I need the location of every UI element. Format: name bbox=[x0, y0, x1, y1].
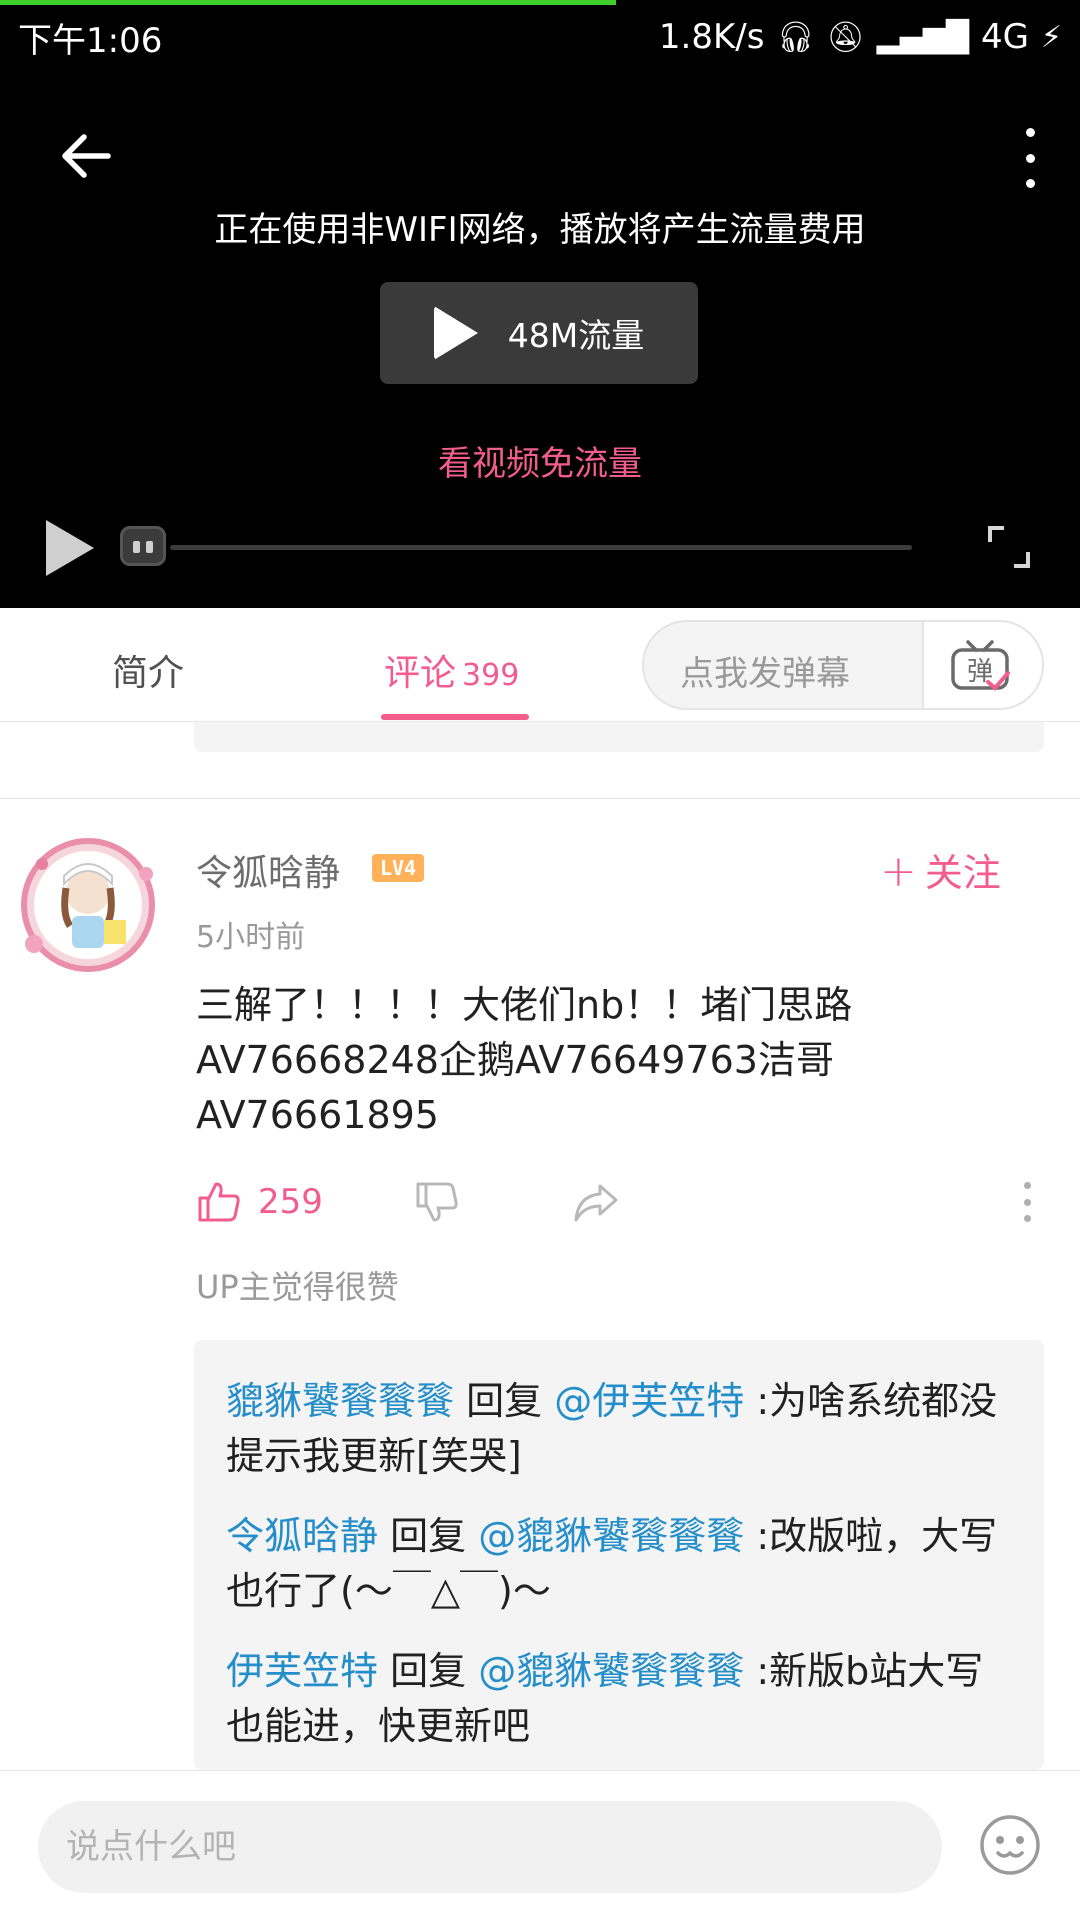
emoji-icon[interactable] bbox=[978, 1813, 1042, 1877]
danmaku-input-box[interactable]: 点我发弹幕 弹 bbox=[642, 620, 1044, 710]
reply-username[interactable]: 貔貅饕餮餮餮 bbox=[226, 1379, 454, 1423]
share-icon[interactable] bbox=[572, 1180, 620, 1224]
reply-list[interactable]: 貔貅饕餮餮餮 回复 @伊芙笠特 :为啥系统都没提示我更新[笑哭] 令狐晗静 回复… bbox=[194, 1340, 1044, 1770]
plus-icon: + bbox=[880, 846, 917, 897]
reply-verb: 回复 bbox=[390, 1649, 467, 1693]
follow-label: 关注 bbox=[924, 851, 1001, 895]
reply-item[interactable]: 令狐晗静 回复 @貔貅饕餮餮餮 :改版啦，大写也行了(～￣△￣)～ bbox=[226, 1509, 1014, 1619]
comment-time: 5小时前 bbox=[196, 920, 306, 955]
comment-input[interactable]: 说点什么吧 bbox=[38, 1801, 942, 1893]
tab-comments-label: 评论 bbox=[384, 653, 457, 694]
charging-icon: ⚡︎ bbox=[1040, 19, 1062, 55]
play-icon bbox=[433, 306, 478, 360]
control-play-icon[interactable] bbox=[46, 520, 94, 576]
tab-comments[interactable]: 评论 399 bbox=[384, 644, 519, 696]
avatar[interactable] bbox=[12, 834, 164, 976]
active-tab-indicator bbox=[381, 714, 529, 720]
play-with-data-label: 48M流量 bbox=[507, 316, 645, 355]
signal-icon: ▂▄▆█ bbox=[876, 19, 969, 55]
net-speed: 1.8K/s bbox=[658, 17, 765, 57]
status-time: 下午1:06 bbox=[18, 20, 163, 61]
tab-intro[interactable]: 简介 bbox=[112, 644, 184, 696]
comment-actions: 259 bbox=[196, 1176, 1036, 1232]
reply-verb: 回复 bbox=[390, 1514, 467, 1558]
like-count: 259 bbox=[258, 1182, 323, 1222]
send-danmaku-button[interactable]: 弹 bbox=[922, 622, 1042, 708]
up-liked-note: UP主觉得很赞 bbox=[196, 1268, 399, 1306]
reply-username[interactable]: 伊芙笠特 bbox=[226, 1649, 378, 1693]
reply-mention[interactable]: @伊芙笠特 bbox=[554, 1379, 744, 1423]
reply-item[interactable]: 貔貅饕餮餮餮 回复 @伊芙笠特 :为啥系统都没提示我更新[笑哭] bbox=[226, 1374, 1014, 1484]
page-load-progress bbox=[0, 0, 616, 5]
status-indicators: 1.8K/s 🎧︎ 🔕︎ ▂▄▆█ 4G ⚡︎ bbox=[659, 17, 1062, 57]
danmaku-tv-icon: 弹 bbox=[951, 640, 1010, 691]
comment-more-icon[interactable] bbox=[1022, 1182, 1032, 1222]
reply-verb: 回复 bbox=[466, 1379, 543, 1423]
fullscreen-icon[interactable] bbox=[986, 524, 1032, 570]
free-data-link[interactable]: 看视频免流量 bbox=[0, 436, 1080, 485]
comment-line: AV76668248企鹅AV76649763洁哥 bbox=[196, 1038, 834, 1082]
status-bar: 下午1:06 1.8K/s 🎧︎ 🔕︎ ▂▄▆█ 4G ⚡︎ bbox=[18, 16, 1062, 61]
video-progress-bar[interactable] bbox=[170, 545, 912, 550]
tab-bar: 简介 评论 399 点我发弹幕 弹 bbox=[0, 608, 1080, 722]
more-options-icon[interactable] bbox=[1020, 128, 1040, 188]
back-arrow-icon[interactable] bbox=[56, 126, 116, 186]
network-type: 4G bbox=[980, 17, 1029, 57]
comment-username[interactable]: 令狐晗静 bbox=[196, 844, 340, 896]
comment-line: AV76661895 bbox=[196, 1093, 439, 1137]
headset-icon: 🎧︎ bbox=[776, 19, 815, 55]
comment-count: 399 bbox=[462, 658, 520, 693]
play-with-data-button[interactable]: 48M流量 bbox=[380, 282, 698, 384]
video-player[interactable]: 下午1:06 1.8K/s 🎧︎ 🔕︎ ▂▄▆█ 4G ⚡︎ 正在使用非WIFI… bbox=[0, 0, 1080, 608]
comment-compose-bar: 说点什么吧 bbox=[0, 1770, 1080, 1920]
danmaku-input-placeholder[interactable]: 点我发弹幕 bbox=[680, 646, 850, 695]
reply-username[interactable]: 令狐晗静 bbox=[226, 1514, 378, 1558]
reply-mention[interactable]: @貔貅饕餮餮餮 bbox=[478, 1649, 744, 1693]
follow-button[interactable]: + 关注 bbox=[880, 842, 1001, 897]
dislike-icon[interactable] bbox=[414, 1180, 460, 1226]
like-icon[interactable] bbox=[196, 1178, 242, 1224]
mute-icon: 🔕︎ bbox=[826, 19, 865, 55]
comment-line: 三解了！！！！大佬们nb！！堵门思路 bbox=[196, 983, 853, 1027]
comment-divider bbox=[0, 798, 1080, 799]
reply-mention[interactable]: @貔貅饕餮餮餮 bbox=[478, 1514, 744, 1558]
reply-item[interactable]: 伊芙笠特 回复 @貔貅饕餮餮餮 :新版b站大写也能进，快更新吧 bbox=[226, 1644, 1014, 1754]
user-level-badge: LV4 bbox=[372, 854, 424, 882]
danmaku-toggle-icon[interactable] bbox=[120, 526, 166, 566]
comment-content: 三解了！！！！大佬们nb！！堵门思路 AV76668248企鹅AV7664976… bbox=[196, 978, 896, 1143]
mobile-data-warning: 正在使用非WIFI网络，播放将产生流量费用 bbox=[214, 210, 866, 250]
previous-reply-card-edge bbox=[194, 722, 1044, 752]
